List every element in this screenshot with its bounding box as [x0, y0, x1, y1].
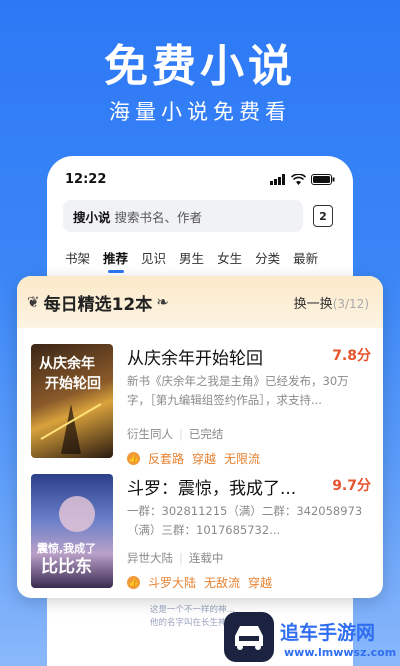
- book-desc: 新书《庆余年之我是主角》已经发布，30万字，［第九编辑组签约作品］，求支持...: [127, 374, 349, 407]
- laurel-right-icon: ❧: [156, 293, 169, 311]
- book-meta: 衍生同人 | 已完结: [127, 427, 224, 441]
- search-placeholder: 搜索书名、作者: [114, 209, 203, 225]
- hero-subtitle: 海量小说免费看: [109, 100, 291, 124]
- signal-icon: [270, 173, 285, 185]
- book-score: 9.7分: [332, 478, 371, 494]
- search-brand-label: 搜小说: [73, 209, 111, 225]
- tab-category[interactable]: 分类: [255, 248, 280, 273]
- battery-icon: [311, 173, 335, 185]
- book-tag[interactable]: 反套路: [148, 450, 184, 467]
- cover-art: 震惊,我成了 比比东: [36, 496, 96, 577]
- book-tag[interactable]: 无限流: [224, 450, 260, 467]
- book-tags: 👍 反套路 穿越 无限流: [127, 450, 260, 467]
- svg-text:开始轮回: 开始轮回: [45, 375, 101, 392]
- peek-text: 这是一个不一样的神… 他的名字叫在长生神…: [150, 605, 236, 628]
- book-tags: 👍 斗罗大陆 无敌流 穿越: [127, 574, 272, 591]
- book-title: 从庆余年开始轮回: [127, 349, 263, 369]
- app-logo-icon: [224, 612, 274, 662]
- wifi-icon: [291, 173, 306, 185]
- status-time: 12:22: [65, 171, 107, 187]
- tab-count-button[interactable]: 2: [313, 205, 333, 227]
- book-tag[interactable]: 穿越: [248, 574, 272, 591]
- tab-latest[interactable]: 最新: [293, 248, 318, 273]
- book-score: 7.8分: [332, 348, 371, 364]
- laurel-left-icon: ❦: [27, 293, 40, 311]
- svg-text:从庆余年: 从庆余年: [39, 355, 95, 372]
- tab-insight[interactable]: 见识: [141, 248, 166, 273]
- hero-title: 免费小说: [104, 41, 296, 92]
- card-header: ❦ 每日精选12本 ❧ 换一换(3/12): [17, 276, 383, 328]
- book-item[interactable]: 震惊,我成了 比比东 斗罗：震惊，我成了... 9.7分 一群：30281121…: [31, 474, 371, 592]
- cover-art: 从庆余年 开始轮回: [39, 355, 102, 454]
- book-cover: 从庆余年 开始轮回: [31, 344, 113, 458]
- tab-recommend[interactable]: 推荐: [103, 248, 128, 273]
- book-desc: 一群：302811215（满）二群：342058973（满）三群：1017685…: [127, 504, 363, 537]
- search-input[interactable]: 搜小说 搜索书名、作者: [63, 200, 303, 232]
- thumbs-up-icon: 👍: [127, 452, 140, 465]
- top-nav: 书架 推荐 见识 男生 女生 分类 最新: [65, 248, 343, 273]
- svg-text:震惊,我成了: 震惊,我成了: [36, 541, 96, 555]
- status-bar: 12:22: [65, 170, 335, 188]
- svg-text:比比东: 比比东: [41, 556, 92, 577]
- book-tag[interactable]: 穿越: [192, 450, 216, 467]
- status-icons: [270, 173, 335, 185]
- tab-bookshelf[interactable]: 书架: [65, 248, 90, 273]
- tab-female[interactable]: 女生: [217, 248, 242, 273]
- thumbs-up-icon: 👍: [127, 576, 140, 589]
- refresh-button[interactable]: 换一换(3/12): [294, 293, 369, 312]
- daily-picks-card: ❦ 每日精选12本 ❧ 换一换(3/12) 从庆余年 开始轮回 从庆余年开始轮回…: [17, 276, 383, 598]
- book-tag[interactable]: 斗罗大陆: [148, 574, 196, 591]
- book-item[interactable]: 从庆余年 开始轮回 从庆余年开始轮回 7.8分 新书《庆余年之我是主角》已经发布…: [31, 344, 371, 466]
- book-tag[interactable]: 无敌流: [204, 574, 240, 591]
- tab-male[interactable]: 男生: [179, 248, 204, 273]
- book-cover: 震惊,我成了 比比东: [31, 474, 113, 588]
- book-meta: 异世大陆 | 连载中: [127, 551, 224, 565]
- daily-title: ❦ 每日精选12本 ❧: [27, 293, 169, 315]
- watermark-brand: 追车手游网: [280, 622, 376, 644]
- watermark-url: www.lmwwsz.com: [284, 646, 397, 659]
- book-title: 斗罗：震惊，我成了...: [127, 479, 297, 499]
